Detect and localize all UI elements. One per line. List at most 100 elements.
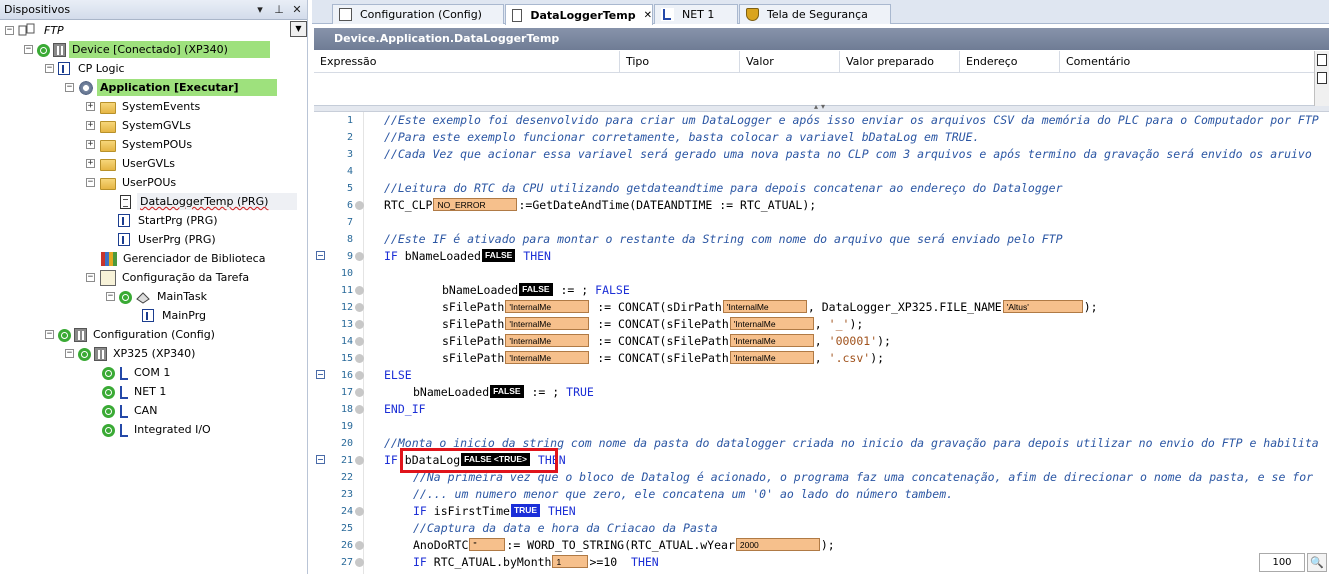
collapse-icon[interactable]: − [86, 273, 95, 282]
tree-item-folder[interactable]: + SystemPOUs [86, 135, 195, 154]
tree-item-configuration[interactable]: − Configuration (Config) [45, 325, 218, 344]
monitor-value[interactable]: FALSE [490, 385, 524, 398]
breakpoint-marker-icon[interactable] [355, 252, 364, 261]
list-view-icon[interactable] [1317, 54, 1327, 66]
expand-icon[interactable]: + [86, 140, 95, 149]
tree-item-folder[interactable]: + SystemGVLs [86, 116, 194, 135]
breakpoint-marker-icon[interactable] [355, 558, 364, 567]
monitor-value[interactable]: FALSE [481, 249, 516, 262]
monitor-value[interactable]: 'InternalMe [722, 300, 807, 313]
breakpoint-marker-icon[interactable] [355, 541, 364, 550]
collapse-icon[interactable]: − [45, 64, 54, 73]
tree-item-device[interactable]: − Device [Conectado] (XP340) [24, 40, 270, 59]
tree-item-mainprg[interactable]: MainPrg [142, 306, 209, 325]
close-icon[interactable]: ✕ [289, 2, 305, 18]
monitor-value[interactable]: 'InternalMe [505, 317, 590, 330]
dropdown-icon[interactable]: ▾ [252, 2, 268, 18]
line-number-text: 11 [340, 285, 353, 296]
line-number: 12 [314, 299, 364, 316]
tree-item-task-config[interactable]: − Configuração da Tarefa [86, 268, 252, 287]
tree-item-library[interactable]: Gerenciador de Biblioteca [101, 249, 268, 268]
tree-item-maintask[interactable]: − MainTask [106, 287, 210, 306]
expand-icon[interactable]: + [86, 102, 95, 111]
collapse-icon[interactable]: − [24, 45, 33, 54]
column-header[interactable]: Expressão [314, 51, 620, 73]
tab-tela-de-seguranca[interactable]: Tela de Segurança [739, 4, 891, 24]
breakpoint-marker-icon[interactable] [355, 456, 364, 465]
zoom-icon[interactable]: 🔍 [1307, 553, 1327, 572]
monitor-value[interactable]: NO_ERROR [433, 198, 518, 211]
code-comment: //Este IF é ativado para montar o restan… [384, 232, 1063, 246]
code-text: := CONCAT(sFilePath [590, 351, 729, 365]
column-header[interactable]: Valor preparado [840, 51, 960, 73]
monitor-value[interactable]: 'InternalMe [505, 351, 590, 364]
monitor-value[interactable]: 2000 [735, 538, 820, 551]
tab-net1[interactable]: NET 1 [654, 4, 738, 24]
pin-icon[interactable]: ⊥ [271, 2, 287, 18]
monitor-value[interactable]: TRUE [510, 504, 541, 517]
collapse-icon[interactable]: − [65, 83, 74, 92]
collapse-icon[interactable]: − [65, 349, 74, 358]
fold-toggle-icon[interactable] [316, 370, 325, 379]
devices-panel-menu-button[interactable]: ▼ [290, 21, 307, 37]
tree-item-pou[interactable]: StartPrg (PRG) [118, 211, 221, 230]
collapse-icon[interactable]: − [5, 26, 14, 35]
expand-icon[interactable]: + [86, 159, 95, 168]
monitor-value[interactable]: 1 [552, 555, 589, 568]
close-tab-icon[interactable]: ✕ [644, 10, 652, 21]
monitor-value[interactable]: 'InternalMe [505, 334, 590, 347]
tree-item-net1[interactable]: NET 1 [102, 382, 169, 401]
breakpoint-marker-icon[interactable] [355, 371, 364, 380]
tree-item-folder[interactable]: − UserPOUs [86, 173, 179, 192]
breakpoint-marker-icon[interactable] [355, 405, 364, 414]
breakpoint-marker-icon[interactable] [355, 320, 364, 329]
tree-item-pou[interactable]: DataLoggerTemp (PRG) [118, 192, 297, 211]
breakpoint-marker-icon[interactable] [355, 388, 364, 397]
collapse-icon[interactable]: − [45, 330, 54, 339]
monitor-value[interactable]: 'InternalMe [505, 300, 590, 313]
text-view-icon[interactable] [1317, 72, 1327, 84]
breakpoint-marker-icon[interactable] [355, 286, 364, 295]
monitor-value[interactable]: 'InternalMe [729, 351, 814, 364]
tree-item-cp-logic[interactable]: − CP Logic [45, 59, 128, 78]
tree-item-can[interactable]: CAN [102, 401, 160, 420]
code-line: bNameLoaded FALSE := ; FALSE [442, 282, 630, 299]
monitor-value[interactable]: 'Altus' [1002, 300, 1083, 313]
breakpoint-marker-icon[interactable] [355, 354, 364, 363]
monitor-value[interactable]: 'InternalMe [729, 317, 814, 330]
monitor-value[interactable]: FALSE [519, 283, 553, 296]
column-header[interactable]: Valor [740, 51, 840, 73]
tree-item-application[interactable]: − Application [Executar] [65, 78, 277, 97]
breakpoint-marker-icon[interactable] [355, 201, 364, 210]
column-header[interactable]: Tipo [620, 51, 740, 73]
line-number: 9 [314, 248, 364, 265]
fold-toggle-icon[interactable] [316, 455, 325, 464]
collapse-icon[interactable]: − [86, 178, 95, 187]
tree-item-folder[interactable]: + UserGVLs [86, 154, 178, 173]
line-number-text: 10 [340, 268, 353, 279]
tab-configuration[interactable]: Configuration (Config) [332, 4, 504, 24]
column-header[interactable]: Endereço [960, 51, 1060, 73]
expand-icon[interactable]: + [86, 121, 95, 130]
collapse-icon[interactable]: − [106, 292, 115, 301]
breakpoint-marker-icon[interactable] [355, 337, 364, 346]
tree-item-com1[interactable]: COM 1 [102, 363, 173, 382]
line-number: 3 [314, 146, 362, 163]
breakpoint-marker-icon[interactable] [355, 303, 364, 312]
tree-item-pou[interactable]: UserPrg (PRG) [118, 230, 219, 249]
zoom-level[interactable]: 100 [1259, 553, 1305, 572]
port-icon [118, 403, 128, 419]
tree-item-folder[interactable]: + SystemEvents [86, 97, 203, 116]
monitor-value[interactable]: '' [469, 538, 506, 551]
breakpoint-marker-icon[interactable] [355, 507, 364, 516]
identifier: sFilePath [442, 300, 505, 314]
column-header[interactable]: Comentário [1060, 51, 1314, 73]
monitor-value[interactable]: 'InternalMe [729, 334, 814, 347]
fold-toggle-icon[interactable] [316, 251, 325, 260]
declaration-view-toggle[interactable] [1314, 51, 1329, 106]
tab-dataloggertemp[interactable]: DataLoggerTemp ✕ [505, 4, 653, 25]
tree-item-xp325[interactable]: − XP325 (XP340) [65, 344, 198, 363]
code-editor[interactable]: 1 2 3 4 5 6 7 8 9 10 11 12 13 14 15 16 17 18 19 20 21 22 23 24 2… [314, 112, 1329, 574]
tree-item-integrated-io[interactable]: Integrated I/O [102, 420, 214, 439]
tree-item-ftp[interactable]: − FTP [5, 21, 67, 40]
